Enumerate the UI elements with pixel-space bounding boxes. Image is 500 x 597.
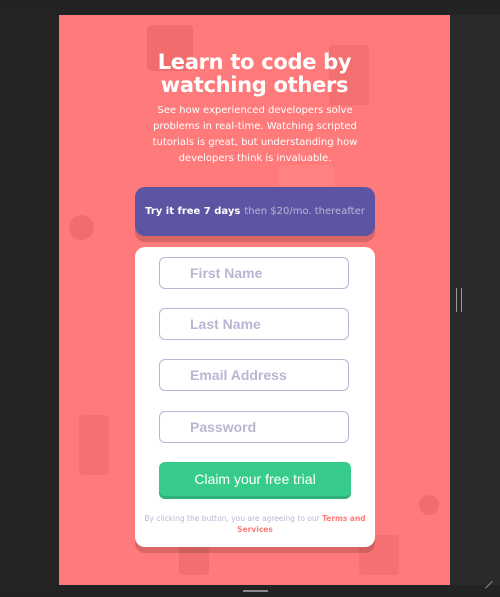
background-shape (419, 495, 439, 515)
home-indicator (243, 590, 268, 592)
trial-promo-banner: Try it free 7 days then $20/mo. thereaft… (135, 187, 375, 236)
email-field[interactable] (159, 359, 349, 391)
signup-form: Claim your free trial By clicking the bu… (135, 247, 375, 547)
terms-prefix: By clicking the button, you are agreeing… (144, 514, 323, 523)
browser-viewport: Learn to code by watching others See how… (0, 0, 500, 597)
page-description: See how experienced developers solve pro… (152, 105, 358, 164)
terms-notice: By clicking the button, you are agreeing… (135, 513, 375, 535)
headline-line-1: Learn to code by (157, 50, 352, 74)
top-strip (0, 0, 500, 15)
first-name-field[interactable] (159, 257, 349, 289)
password-field[interactable] (159, 411, 349, 443)
background-shape (79, 415, 109, 475)
last-name-field[interactable] (159, 308, 349, 340)
landing-page: Learn to code by watching others See how… (59, 15, 450, 585)
claim-trial-button[interactable]: Claim your free trial (159, 462, 351, 496)
background-shape (69, 215, 94, 240)
resize-grip-icon[interactable] (456, 288, 462, 312)
promo-strong-text: Try it free 7 days (145, 206, 241, 217)
page-headline: Learn to code by watching others (59, 51, 450, 97)
headline-line-2: watching others (160, 73, 349, 97)
promo-light-text: then $20/mo. thereafter (244, 206, 365, 217)
